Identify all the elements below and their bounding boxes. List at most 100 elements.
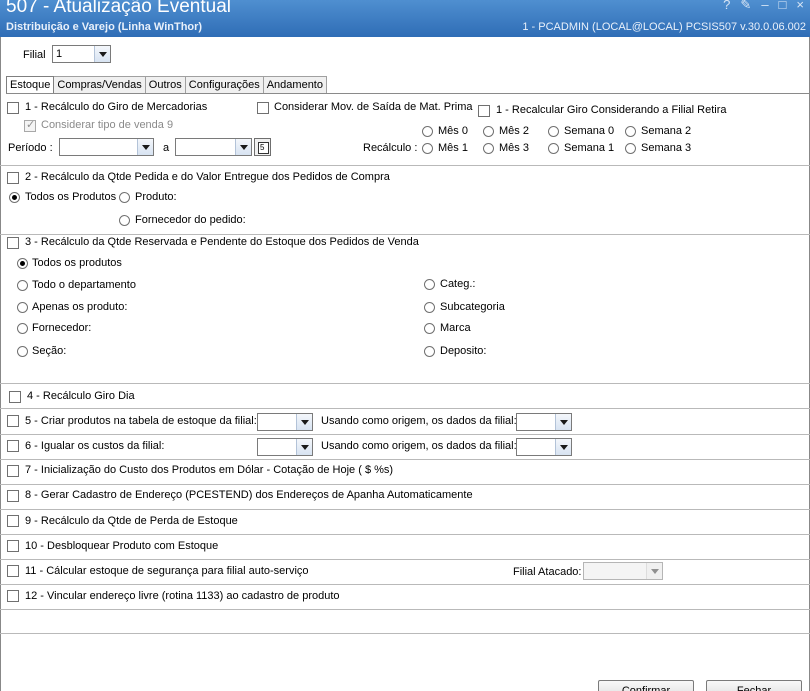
window-subtitle: Distribuição e Varejo (Linha WinThor) bbox=[6, 21, 203, 33]
divider bbox=[0, 559, 810, 560]
window-title: 507 - Atualização Eventual bbox=[6, 0, 231, 17]
s3-marca-radio[interactable] bbox=[424, 323, 435, 334]
s3-fornecedor-radio[interactable] bbox=[17, 323, 28, 334]
s8-label: 8 - Gerar Cadastro de Endereço (PCESTEND… bbox=[25, 489, 473, 501]
periodo-a-label: a bbox=[163, 142, 170, 154]
semana2-radio[interactable] bbox=[625, 126, 636, 137]
mes1-radio[interactable] bbox=[422, 143, 433, 154]
mes2-radio[interactable] bbox=[483, 126, 494, 137]
s11-checkbox[interactable] bbox=[7, 565, 19, 577]
s3-subcategoria-radio[interactable] bbox=[424, 302, 435, 313]
recalc-giro-checkbox[interactable] bbox=[7, 102, 19, 114]
s3-todos-label: Todos os produtos bbox=[32, 257, 122, 269]
s6-origem-label: Usando como origem, os dados da filial: bbox=[321, 440, 517, 452]
s3-depto-radio[interactable] bbox=[17, 280, 28, 291]
edit-icon[interactable]: ✎ bbox=[740, 0, 751, 13]
divider bbox=[0, 484, 810, 485]
considerar-tipo-checkbox[interactable] bbox=[24, 118, 36, 132]
s3-marca-label: Marca bbox=[440, 322, 471, 334]
s9-label: 9 - Recálculo da Qtde de Perda de Estoqu… bbox=[25, 515, 238, 527]
s7-checkbox[interactable] bbox=[7, 465, 19, 477]
s2-produto-radio[interactable] bbox=[119, 192, 130, 203]
s10-label: 10 - Desbloquear Produto com Estoque bbox=[25, 540, 219, 552]
s10-checkbox[interactable] bbox=[7, 540, 19, 552]
confirmar-button[interactable]: Confirmar bbox=[598, 680, 694, 691]
calendar-icon[interactable] bbox=[254, 138, 271, 156]
periodo-label: Período : bbox=[8, 142, 53, 154]
s4-checkbox[interactable] bbox=[9, 391, 21, 403]
s5-checkbox[interactable] bbox=[7, 415, 19, 427]
s2-fornecedor-radio[interactable] bbox=[119, 215, 130, 226]
s3-categ-radio[interactable] bbox=[424, 279, 435, 290]
recalc-giro-label: 1 - Recálculo do Giro de Mercadorias bbox=[25, 101, 208, 113]
filial-atacado-select[interactable] bbox=[583, 562, 663, 580]
s3-label: 3 - Recálculo da Qtde Reservada e Penden… bbox=[25, 236, 419, 248]
title-bar: 507 - Atualização Eventual Distribuição … bbox=[0, 0, 810, 37]
tab-strip: Estoque Compras/Vendas Outros Configuraç… bbox=[6, 76, 327, 93]
periodo-fim-select[interactable] bbox=[175, 138, 252, 156]
filial-atacado-label: Filial Atacado: bbox=[513, 566, 582, 578]
restore-icon[interactable]: □ bbox=[779, 0, 787, 13]
s2-checkbox[interactable] bbox=[7, 172, 19, 184]
divider bbox=[0, 459, 810, 460]
s6-checkbox[interactable] bbox=[7, 440, 19, 452]
tab-estoque[interactable]: Estoque bbox=[6, 76, 55, 93]
s3-deposito-radio[interactable] bbox=[424, 346, 435, 357]
s6-filial-select[interactable] bbox=[257, 438, 313, 456]
tab-configuracoes[interactable]: Configurações bbox=[184, 76, 264, 93]
semana3-radio[interactable] bbox=[625, 143, 636, 154]
recalcular-filial-checkbox[interactable] bbox=[478, 105, 490, 117]
semana2-label: Semana 2 bbox=[641, 125, 692, 137]
help-icon[interactable]: ? bbox=[723, 0, 730, 13]
considerar-mov-label: Considerar Mov. de Saída de Mat. Prima bbox=[274, 101, 473, 113]
s4-label: 4 - Recálculo Giro Dia bbox=[27, 390, 135, 402]
divider bbox=[0, 383, 810, 384]
s9-checkbox[interactable] bbox=[7, 515, 19, 527]
s8-checkbox[interactable] bbox=[7, 490, 19, 502]
s2-todos-radio[interactable] bbox=[9, 192, 20, 203]
fechar-button[interactable]: Fechar bbox=[706, 680, 802, 691]
chevron-down-icon bbox=[137, 139, 153, 155]
close-icon[interactable]: × bbox=[796, 0, 804, 13]
s3-checkbox[interactable] bbox=[7, 237, 19, 249]
chevron-down-icon bbox=[646, 563, 662, 579]
s3-secao-label: Seção: bbox=[32, 345, 67, 357]
window-controls: ? ✎ – □ × bbox=[723, 0, 804, 13]
s3-apenas-radio[interactable] bbox=[17, 302, 28, 313]
s3-subcategoria-label: Subcategoria bbox=[440, 301, 505, 313]
s6-origem-select[interactable] bbox=[516, 438, 572, 456]
chevron-down-icon bbox=[235, 139, 251, 155]
s2-todos-label: Todos os Produtos bbox=[25, 191, 117, 203]
s11-label: 11 - Cálcular estoque de segurança para … bbox=[25, 565, 309, 577]
session-status: 1 - PCADMIN (LOCAL@LOCAL) PCSIS507 v.30.… bbox=[522, 21, 806, 33]
semana0-radio[interactable] bbox=[548, 126, 559, 137]
s3-depto-label: Todo o departamento bbox=[32, 279, 136, 291]
semana1-radio[interactable] bbox=[548, 143, 559, 154]
mes3-radio[interactable] bbox=[483, 143, 494, 154]
periodo-inicio-select[interactable] bbox=[59, 138, 154, 156]
s3-todos-radio[interactable] bbox=[17, 258, 28, 269]
s3-fornecedor-label: Fornecedor: bbox=[32, 322, 92, 334]
divider bbox=[0, 633, 810, 634]
filial-select[interactable]: 1 bbox=[52, 45, 111, 63]
mes0-label: Mês 0 bbox=[438, 125, 468, 137]
chevron-down-icon bbox=[296, 414, 312, 430]
s3-categ-label: Categ.: bbox=[440, 278, 476, 290]
mes1-label: Mês 1 bbox=[438, 142, 468, 154]
s5-origem-label: Usando como origem, os dados da filial: bbox=[321, 415, 517, 427]
s5-filial-select[interactable] bbox=[257, 413, 313, 431]
semana1-label: Semana 1 bbox=[564, 142, 615, 154]
tab-underline bbox=[6, 93, 810, 94]
divider bbox=[0, 609, 810, 610]
s3-secao-radio[interactable] bbox=[17, 346, 28, 357]
considerar-mov-checkbox[interactable] bbox=[257, 102, 269, 114]
tab-compras-vendas[interactable]: Compras/Vendas bbox=[53, 76, 146, 93]
s12-checkbox[interactable] bbox=[7, 590, 19, 602]
minimize-icon[interactable]: – bbox=[761, 0, 768, 13]
tab-outros[interactable]: Outros bbox=[144, 76, 186, 93]
s12-label: 12 - Vincular endereço livre (rotina 113… bbox=[25, 590, 340, 602]
s5-origem-select[interactable] bbox=[516, 413, 572, 431]
tab-andamento[interactable]: Andamento bbox=[262, 76, 327, 93]
mes3-label: Mês 3 bbox=[499, 142, 529, 154]
mes0-radio[interactable] bbox=[422, 126, 433, 137]
